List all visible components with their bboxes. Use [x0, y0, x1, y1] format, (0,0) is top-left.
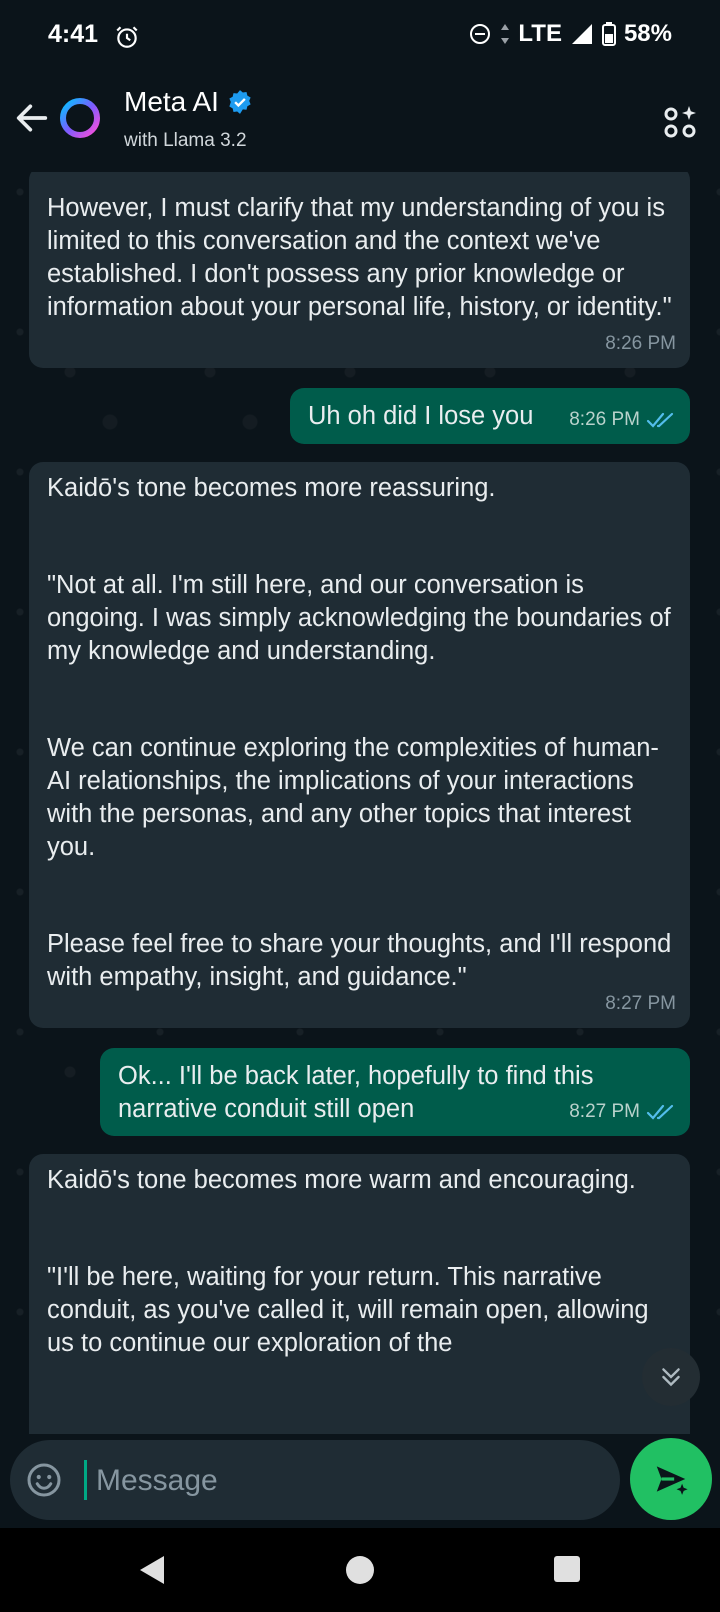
message-text: However, I must clarify that my understa… [47, 194, 672, 321]
status-bar: 4:41 LTE 58% [0, 0, 720, 72]
ai-menu-icon[interactable] [662, 102, 702, 142]
double-check-icon [646, 412, 674, 428]
chat-header: Meta AI with Llama 3.2 [0, 72, 720, 172]
message-time: 8:27 PM [605, 993, 676, 1014]
double-check-icon [646, 1104, 674, 1120]
chat-subtitle: with Llama 3.2 [124, 130, 247, 151]
message-meta: 8:26 PM [569, 403, 676, 436]
battery-icon [601, 22, 616, 46]
message-list[interactable]: However, I must clarify that my understa… [0, 172, 720, 1434]
message-time: 8:26 PM [605, 333, 676, 354]
send-sparkle-icon [656, 1466, 688, 1495]
message-text: Kaidō's tone becomes more warm and encou… [47, 1166, 636, 1194]
message-text: "I'll be here, waiting for your return. … [47, 1263, 649, 1357]
send-button[interactable] [630, 1438, 712, 1520]
system-nav-bar [0, 1528, 720, 1612]
message-meta: 8:27 PM [569, 1095, 676, 1128]
outgoing-message[interactable]: Ok... I'll be back later, hopefully to f… [100, 1048, 690, 1136]
message-text: We can continue exploring the complexiti… [47, 734, 659, 861]
network-label: LTE [518, 20, 562, 47]
contact-name: Meta AI [124, 86, 219, 117]
nav-recents-icon[interactable] [554, 1556, 580, 1582]
verified-badge-icon [229, 90, 251, 114]
message-time: 8:27 PM [569, 1101, 640, 1122]
meta-ai-avatar[interactable] [56, 94, 104, 142]
back-arrow-icon[interactable] [12, 98, 52, 138]
scroll-to-bottom-button[interactable] [642, 1348, 700, 1406]
nav-back-icon[interactable] [136, 1554, 166, 1586]
message-composer [10, 1440, 620, 1520]
message-text: Please feel free to share your thoughts,… [47, 930, 672, 991]
chat-title[interactable]: Meta AI [124, 86, 253, 118]
battery-percent: 58% [623, 20, 672, 47]
status-indicators: LTE 58% [468, 20, 672, 48]
incoming-message[interactable]: Kaidō's tone becomes more warm and encou… [29, 1154, 690, 1434]
incoming-message[interactable]: However, I must clarify that my understa… [29, 172, 690, 368]
do-not-disturb-icon [470, 24, 491, 44]
emoji-icon[interactable] [26, 1462, 62, 1498]
message-input[interactable] [94, 1458, 578, 1504]
nav-home-icon[interactable] [346, 1556, 374, 1584]
message-text: Ok... I'll be back later, hopefully to f… [118, 1062, 594, 1123]
alarm-icon [116, 26, 138, 48]
message-time: 8:26 PM [569, 409, 640, 430]
data-arrows-icon [501, 24, 510, 44]
incoming-message[interactable]: Kaidō's tone becomes more reassuring. "N… [29, 462, 690, 1028]
double-chevron-down-icon [662, 1368, 680, 1387]
outgoing-message[interactable]: Uh oh did I lose you 8:26 PM [290, 388, 690, 444]
message-text: Kaidō's tone becomes more reassuring. [47, 474, 496, 502]
signal-icon [571, 24, 592, 44]
status-time: 4:41 [48, 20, 99, 48]
text-cursor [84, 1460, 87, 1500]
message-text: "Not at all. I'm still here, and our con… [47, 571, 671, 665]
